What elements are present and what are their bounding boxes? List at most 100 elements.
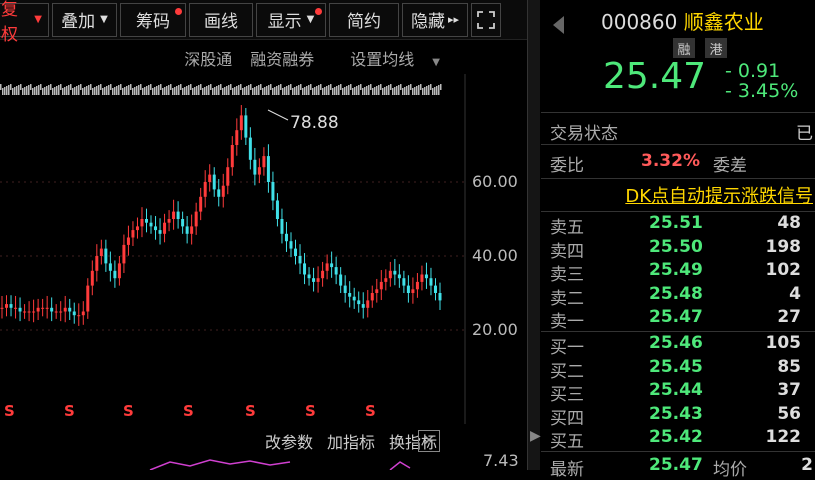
band-dot <box>218 85 220 95</box>
band-dot <box>272 88 274 95</box>
sell-level-row[interactable]: 卖四 25.50 198 <box>541 237 815 262</box>
band-dot <box>354 87 356 95</box>
band-dot <box>222 88 224 95</box>
band-dot <box>358 85 360 95</box>
y-tick-label: 20.00 <box>472 320 518 339</box>
buy-level-row[interactable]: 买三 25.44 37 <box>541 380 815 405</box>
draw-line-label: 画线 <box>204 12 238 32</box>
chips-button[interactable]: 筹码 <box>120 2 186 37</box>
sell-level-row[interactable]: 卖五 25.51 48 <box>541 213 815 238</box>
add-indicator-button[interactable]: 加指标 <box>327 429 375 453</box>
dividend-marker-icon[interactable]: S <box>305 402 316 420</box>
candle-body <box>68 307 72 312</box>
level-qty: 48 <box>777 213 801 233</box>
candle-body <box>131 230 135 238</box>
ma-settings-link[interactable]: 设置均线 ▼ <box>332 46 440 70</box>
candle-body <box>95 256 99 271</box>
band-dot <box>270 84 272 90</box>
expand-arrow-icon[interactable]: ▶ <box>530 428 541 444</box>
fuquan-button[interactable]: 复权 ▼ <box>0 0 49 45</box>
overlay-label: 叠加 <box>61 12 96 32</box>
band-dot <box>78 85 80 95</box>
sell-level-row[interactable]: 卖二 25.48 4 <box>541 284 815 309</box>
last-label: 最新 <box>550 460 584 480</box>
buy-level-row[interactable]: 买四 25.43 56 <box>541 404 815 429</box>
level-name: 卖四 <box>550 241 584 262</box>
panel-splitter[interactable] <box>527 0 540 470</box>
candles-group <box>0 105 442 326</box>
band-dot <box>392 88 394 95</box>
level-price: 25.42 <box>649 427 703 447</box>
band-dot <box>328 85 330 95</box>
band-dot <box>410 84 412 90</box>
level-name: 卖二 <box>550 288 584 309</box>
band-dot <box>372 88 374 95</box>
band-dot <box>194 87 196 95</box>
margin-trading-link[interactable]: 融资融券 <box>250 46 314 70</box>
band-dot <box>12 88 14 95</box>
dividend-marker-icon[interactable]: S <box>64 402 75 420</box>
band-dot <box>404 87 406 95</box>
overlay-button[interactable]: 叠加 ▼ <box>52 2 117 37</box>
band-dot <box>16 86 18 95</box>
band-dot <box>378 85 380 95</box>
notification-dot-icon <box>315 7 322 15</box>
simple-button[interactable]: 简约 <box>329 2 399 37</box>
hk-connect-link[interactable]: 深股通 <box>184 46 232 70</box>
level-price: 25.49 <box>649 260 703 280</box>
band-dot <box>254 87 256 95</box>
band-dot <box>190 84 192 90</box>
band-dot <box>138 85 140 95</box>
dividend-marker-icon[interactable]: S <box>245 402 256 420</box>
dividend-marker-icon[interactable]: S <box>183 402 194 420</box>
band-dot <box>192 88 194 95</box>
sell-level-row[interactable]: 卖三 25.49 102 <box>541 260 815 285</box>
dk-signal-link[interactable]: DK点自动提示涨跌信号 <box>625 182 813 208</box>
band-dot <box>164 87 166 95</box>
close-icon[interactable]: ✕ <box>418 430 440 452</box>
hide-button[interactable]: 隐藏 ▸▸ <box>402 2 468 37</box>
candle-body <box>253 159 257 175</box>
edit-params-button[interactable]: 改参数 <box>265 429 313 453</box>
candle-body <box>154 226 158 231</box>
band-dot <box>178 85 180 95</box>
band-dot <box>418 85 420 95</box>
band-dot <box>152 88 154 95</box>
display-button[interactable]: 显示 ▼ <box>256 2 326 37</box>
candle-body <box>18 307 22 312</box>
kline-chart[interactable]: 78.88 S S S S S S S 60.00 40.00 20.00 <box>0 74 527 424</box>
band-dot <box>46 86 48 95</box>
candle-body <box>406 285 410 293</box>
band-dot <box>422 88 424 95</box>
dividend-marker-icon[interactable]: S <box>123 402 134 420</box>
buy-level-row[interactable]: 买五 25.42 122 <box>541 427 815 452</box>
draw-line-button[interactable]: 画线 <box>189 2 253 37</box>
dividend-marker-icon[interactable]: S <box>4 402 15 420</box>
band-dot <box>424 87 426 95</box>
candle-body <box>185 226 189 234</box>
band-dot <box>180 84 182 90</box>
candle-body <box>54 311 58 313</box>
band-dot <box>416 86 418 95</box>
band-dot <box>226 86 228 95</box>
band-dot <box>370 84 372 90</box>
band-dot <box>156 86 158 95</box>
band-dot <box>108 85 110 95</box>
band-dot <box>264 87 266 95</box>
candle-body <box>348 293 352 297</box>
buy-level-row[interactable]: 买二 25.45 85 <box>541 357 815 382</box>
band-dot <box>182 88 184 95</box>
dividend-marker-icon[interactable]: S <box>365 402 376 420</box>
prev-stock-icon[interactable] <box>553 16 564 34</box>
candle-body <box>248 137 252 160</box>
band-dot <box>384 87 386 95</box>
chevron-down-icon: ▼ <box>34 14 42 25</box>
band-dot <box>244 87 246 95</box>
candle-body <box>135 226 139 231</box>
sell-level-row[interactable]: 卖一 25.47 27 <box>541 307 815 332</box>
band-dot <box>212 88 214 95</box>
candle-body <box>343 285 347 293</box>
fullscreen-button[interactable] <box>471 2 501 37</box>
band-dot <box>210 84 212 90</box>
buy-level-row[interactable]: 买一 25.46 105 <box>541 333 815 358</box>
